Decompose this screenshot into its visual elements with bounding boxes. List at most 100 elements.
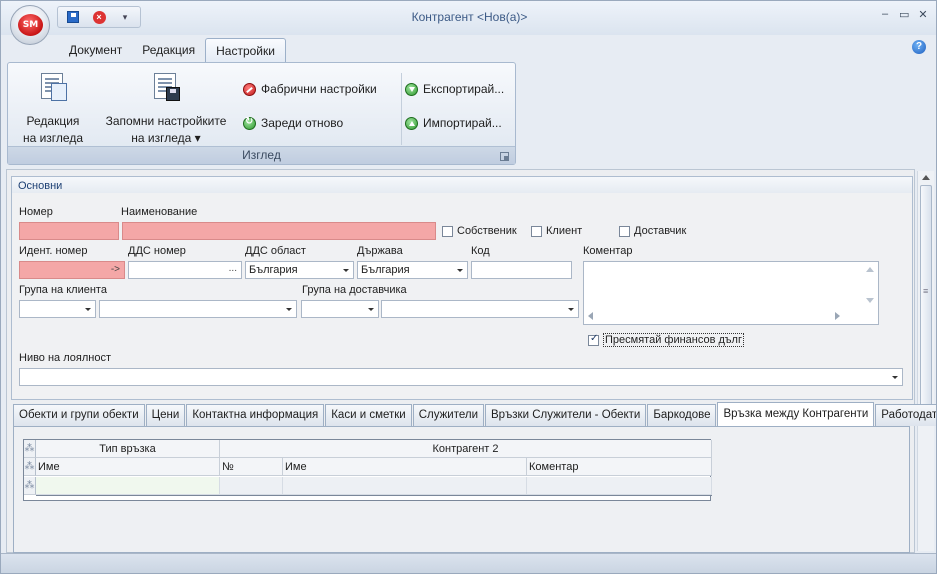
name-label: Наименование	[121, 206, 198, 218]
loyalty-select[interactable]	[19, 368, 903, 386]
vat-number-ellipsis-button[interactable]: ...	[229, 263, 237, 274]
band-contractor-2: Контрагент 2	[220, 440, 712, 458]
ribbon-group-label: Изглед	[8, 146, 515, 164]
chevron-down-icon	[457, 269, 463, 272]
tab-settings[interactable]: Настройки	[205, 38, 286, 62]
chevron-down-icon	[368, 308, 374, 311]
code-label: Код	[471, 245, 490, 257]
country-value: България	[361, 264, 410, 276]
document-save-icon	[152, 73, 180, 103]
new-row-indicator-icon: ⁂	[24, 477, 36, 495]
minimize-button[interactable]: –	[880, 8, 890, 21]
scrollbar-thumb[interactable]	[920, 185, 932, 415]
tab-document[interactable]: Документ	[59, 38, 132, 62]
owner-checkbox-box	[442, 225, 453, 237]
client-group-code-select[interactable]	[19, 300, 96, 318]
contractor-links-grid[interactable]: ⁂ Тип връзка Контрагент 2 ⁂ Име № Име Ко…	[23, 439, 712, 501]
comment-field[interactable]	[583, 261, 879, 325]
tab-employees[interactable]: Служители	[412, 404, 485, 426]
name-field[interactable]	[122, 222, 436, 240]
ribbon-panel: Редакция на изгледа Запомни настройките …	[7, 62, 516, 165]
import-button[interactable]: Импортирай...	[405, 116, 502, 130]
document-edit-icon	[39, 73, 67, 103]
number-field[interactable]	[19, 222, 119, 240]
supplier-checkbox-box	[619, 225, 630, 237]
save-view-label-2: на изгледа ▾	[131, 131, 201, 145]
client-checkbox[interactable]: Клиент	[531, 225, 582, 237]
factory-settings-label: Фабрични настройки	[261, 82, 377, 96]
export-button[interactable]: Експортирай...	[405, 82, 504, 96]
header-indicator-icon: ⁂	[24, 458, 36, 476]
column-header-comment[interactable]: Коментар	[527, 458, 712, 476]
tab-barcodes[interactable]: Баркодове	[647, 404, 717, 426]
save-view-label-1: Запомни настройките	[105, 114, 227, 128]
tab-contact-info[interactable]: Контактна информация	[186, 404, 325, 426]
column-header-name-2[interactable]: Име	[283, 458, 527, 476]
client-label: Клиент	[546, 225, 583, 237]
chevron-down-icon	[892, 376, 898, 379]
country-select[interactable]: България	[357, 261, 468, 279]
vat-region-label: ДДС област	[245, 245, 306, 257]
column-header-name[interactable]: Име	[36, 458, 220, 476]
main-vertical-scrollbar[interactable]	[917, 171, 934, 551]
client-checkbox-box	[531, 225, 542, 237]
status-bar	[1, 553, 936, 573]
comment-horizontal-scrollbar[interactable]	[584, 308, 864, 324]
code-field[interactable]	[471, 261, 572, 279]
detail-tabs: Обекти и групи обекти Цени Контактна инф…	[13, 402, 936, 426]
grid-bottom-border	[36, 495, 712, 496]
column-header-number[interactable]: №	[220, 458, 283, 476]
save-view-button[interactable]: Запомни настройките на изгледа ▾	[96, 73, 236, 147]
vat-region-select[interactable]: България	[245, 261, 354, 279]
edit-view-label-1: Редакция	[26, 114, 80, 128]
comment-vertical-scrollbar[interactable]	[862, 262, 878, 310]
factory-settings-button[interactable]: Фабрични настройки	[243, 82, 377, 96]
vat-number-field[interactable]: ...	[128, 261, 242, 279]
tab-employee-objects[interactable]: Връзки Служители - Обекти	[485, 404, 647, 426]
chevron-down-icon	[568, 308, 574, 311]
chevron-down-icon	[286, 308, 292, 311]
vat-number-label: ДДС номер	[128, 245, 186, 257]
new-row-cell[interactable]	[220, 477, 283, 495]
calc-debt-checkbox[interactable]: Пресмятай финансов дълг	[588, 333, 744, 347]
help-icon[interactable]: ?	[912, 40, 926, 54]
tab-cash-accounts[interactable]: Каси и сметки	[325, 404, 412, 426]
supplier-group-select[interactable]	[381, 300, 579, 318]
reload-button[interactable]: Зареди отново	[243, 116, 343, 130]
import-icon	[405, 116, 418, 130]
new-row-cell[interactable]	[36, 477, 220, 495]
tab-objects[interactable]: Обекти и групи обекти	[13, 404, 145, 426]
export-icon	[405, 82, 418, 96]
tab-prices[interactable]: Цени	[145, 404, 186, 426]
comment-label: Коментар	[583, 245, 633, 257]
maximize-button[interactable]: ▭	[899, 8, 909, 21]
owner-checkbox[interactable]: Собственик	[442, 225, 517, 237]
ident-field[interactable]: ->	[19, 261, 125, 279]
client-group-label: Група на клиента	[19, 284, 107, 296]
tab-contractor-links[interactable]: Връзка между Контрагенти	[717, 402, 875, 426]
supplier-group-code-select[interactable]	[301, 300, 379, 318]
loyalty-label: Ниво на лоялност	[19, 352, 111, 364]
section-title: Основни	[11, 176, 913, 194]
window-controls: – ▭ ✕	[880, 8, 928, 21]
ribbon-separator	[401, 73, 402, 145]
tab-edit[interactable]: Редакция	[132, 38, 205, 62]
client-group-select[interactable]	[99, 300, 297, 318]
tab-employers[interactable]: Работодатели	[875, 404, 936, 426]
close-window-button[interactable]: ✕	[918, 8, 928, 21]
reset-icon	[243, 82, 256, 96]
new-row-cell[interactable]	[283, 477, 527, 495]
edit-view-label-2: на изгледа	[22, 131, 84, 145]
chevron-down-icon	[85, 308, 91, 311]
reload-label: Зареди отново	[261, 116, 344, 130]
band-link-type: Тип връзка	[36, 440, 220, 458]
supplier-checkbox[interactable]: Доставчик	[619, 225, 686, 237]
dialog-launcher-icon[interactable]	[500, 152, 509, 161]
application-menu-button[interactable]: SM	[10, 5, 50, 45]
new-row-cell[interactable]	[527, 477, 712, 495]
ident-lookup-button[interactable]: ->	[111, 264, 120, 275]
edit-view-button[interactable]: Редакция на изгледа	[18, 73, 88, 147]
import-label: Импортирай...	[423, 116, 502, 130]
window: × ▾ Контрагент <Нов(а)> – ▭ ✕ SM Докумен…	[0, 0, 937, 574]
scroll-up-icon[interactable]	[922, 175, 930, 180]
